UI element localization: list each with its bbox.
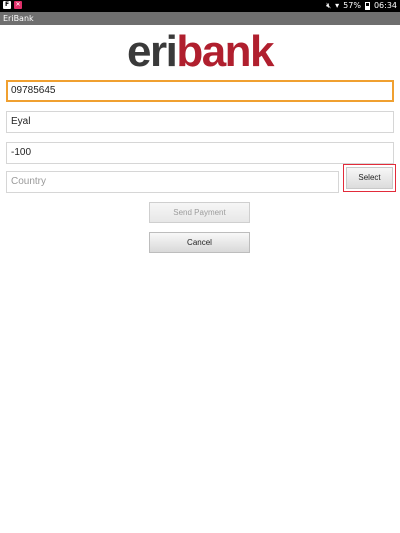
- app-notification-icon: ✕: [14, 1, 22, 9]
- amount-input[interactable]: -100: [6, 142, 394, 164]
- wifi-icon: ▾: [335, 1, 340, 10]
- eribank-logo: eribank: [0, 28, 400, 76]
- battery-icon: [364, 2, 370, 10]
- logo-part-eri: eri: [126, 27, 178, 76]
- app-title: EriBank: [3, 14, 34, 23]
- status-left-icons: F ✕: [3, 1, 22, 9]
- select-button-label: Select: [346, 167, 393, 189]
- logo-part-bank: bank: [176, 27, 274, 76]
- select-country-button[interactable]: Select: [343, 164, 396, 192]
- status-right-icons: 🔇︎ ▾ 57% 06:34: [326, 1, 397, 11]
- country-input[interactable]: Country: [6, 171, 339, 193]
- status-bar: F ✕ 🔇︎ ▾ 57% 06:34: [0, 0, 400, 12]
- cancel-button[interactable]: Cancel: [149, 232, 250, 253]
- app-title-bar: EriBank: [0, 12, 400, 25]
- send-payment-button[interactable]: Send Payment: [149, 202, 250, 223]
- clock: 06:34: [373, 1, 397, 10]
- name-input[interactable]: Eyal: [6, 111, 394, 133]
- mute-icon: 🔇︎: [326, 1, 332, 10]
- battery-text: 57%: [343, 1, 361, 10]
- account-number-input[interactable]: 09785645: [6, 80, 394, 102]
- flipboard-icon: F: [3, 1, 11, 9]
